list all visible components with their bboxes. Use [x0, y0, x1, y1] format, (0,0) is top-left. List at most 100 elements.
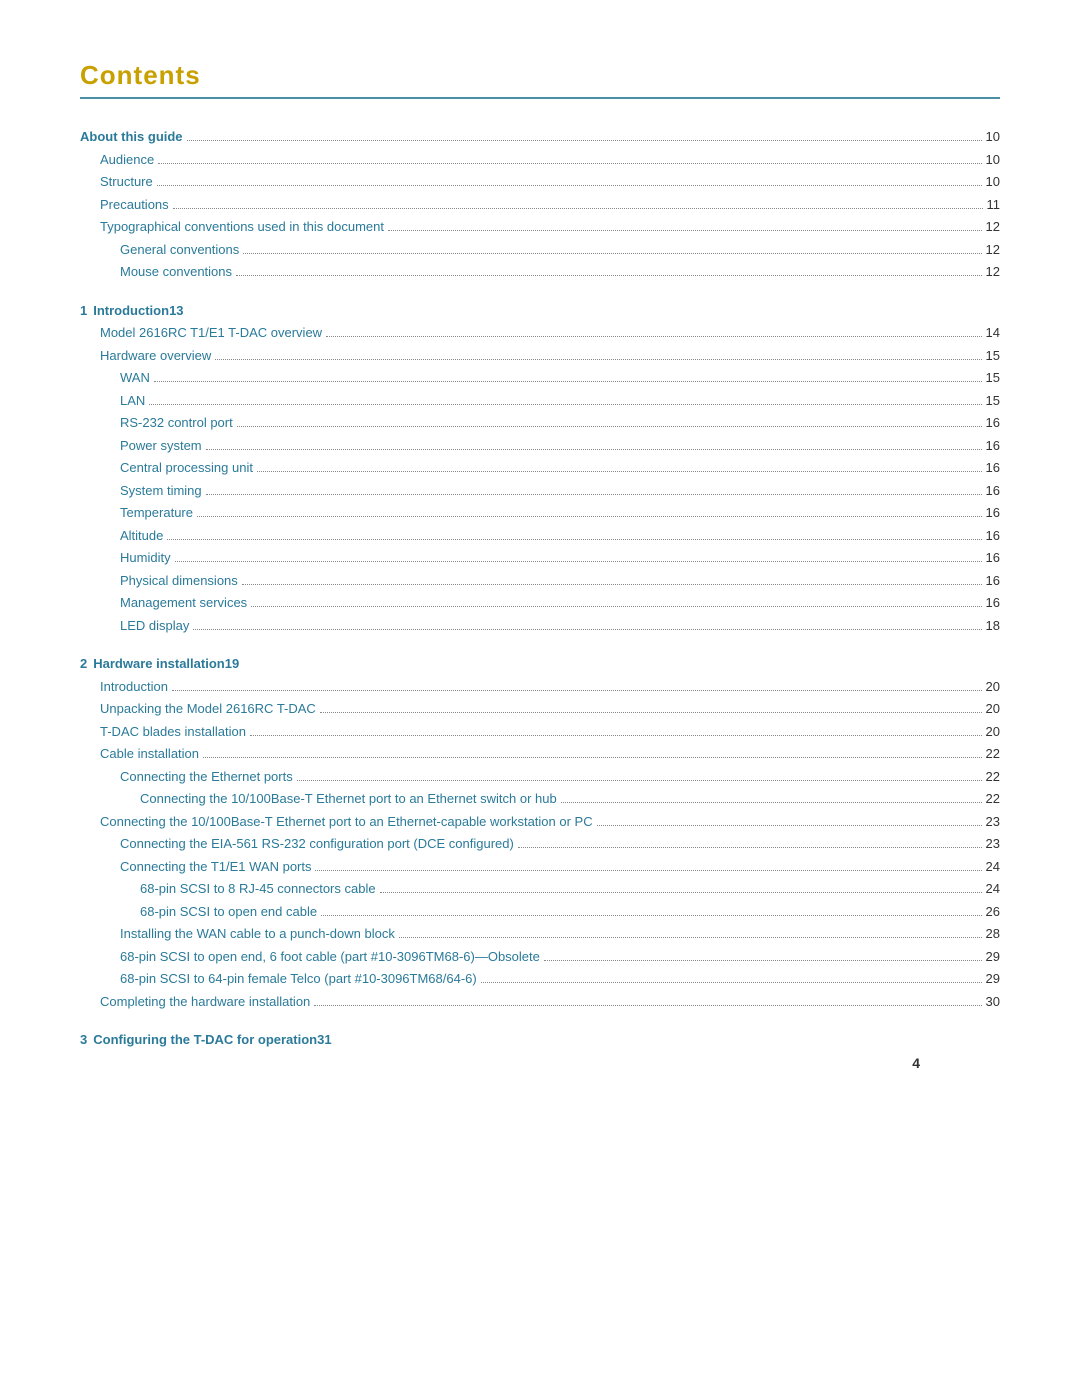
toc-row[interactable]: Connecting the 10/100Base-T Ethernet por… — [80, 812, 1000, 832]
toc-item-label[interactable]: 68-pin SCSI to open end cable — [140, 902, 317, 922]
toc-item-label[interactable]: Humidity — [120, 548, 171, 568]
toc-row[interactable]: WAN15 — [80, 368, 1000, 388]
toc-row[interactable]: Central processing unit16 — [80, 458, 1000, 478]
toc-row[interactable]: Connecting the EIA-561 RS-232 configurat… — [80, 834, 1000, 854]
toc-item-label[interactable]: System timing — [120, 481, 202, 501]
chapter-row[interactable]: 3Configuring the T-DAC for operation31 — [80, 1030, 1000, 1050]
toc-row[interactable]: 68-pin SCSI to open end cable 26 — [80, 902, 1000, 922]
toc-item-label[interactable]: 68-pin SCSI to 8 RJ-45 connectors cable — [140, 879, 376, 899]
toc-row[interactable]: Structure10 — [80, 172, 1000, 192]
chapter-row[interactable]: 2Hardware installation19 — [80, 654, 1000, 674]
toc-row[interactable]: T-DAC blades installation20 — [80, 722, 1000, 742]
toc-row[interactable]: Installing the WAN cable to a punch-down… — [80, 924, 1000, 944]
toc-page-number: 22 — [986, 744, 1000, 764]
toc-item-label[interactable]: T-DAC blades installation — [100, 722, 246, 742]
toc-item-label[interactable]: Connecting the 10/100Base-T Ethernet por… — [100, 812, 593, 832]
toc-item-label[interactable]: RS-232 control port — [120, 413, 233, 433]
toc-item-label[interactable]: Management services — [120, 593, 247, 613]
toc-item-label[interactable]: 68-pin SCSI to open end, 6 foot cable (p… — [120, 947, 540, 967]
toc-row[interactable]: General conventions 12 — [80, 240, 1000, 260]
toc-page-number: 10 — [986, 150, 1000, 170]
toc-dots — [251, 606, 981, 607]
toc-row[interactable]: Management services16 — [80, 593, 1000, 613]
toc-page-number: 16 — [986, 481, 1000, 501]
toc-page-number: 24 — [986, 879, 1000, 899]
toc-page-number: 12 — [986, 217, 1000, 237]
toc-dots — [175, 561, 982, 562]
toc-row[interactable]: Humidity16 — [80, 548, 1000, 568]
toc-item-label[interactable]: LED display — [120, 616, 189, 636]
toc-row[interactable]: Power system16 — [80, 436, 1000, 456]
toc-item-label[interactable]: About this guide — [80, 127, 183, 147]
toc-row[interactable]: Hardware overview15 — [80, 346, 1000, 366]
toc-item-label[interactable]: Unpacking the Model 2616RC T-DAC — [100, 699, 316, 719]
toc-row[interactable]: About this guide10 — [80, 127, 1000, 147]
toc-row[interactable]: Model 2616RC T1/E1 T-DAC overview14 — [80, 323, 1000, 343]
toc-row[interactable]: Connecting the T1/E1 WAN ports 24 — [80, 857, 1000, 877]
toc-row[interactable]: 68-pin SCSI to open end, 6 foot cable (p… — [80, 947, 1000, 967]
toc-item-label[interactable]: WAN — [120, 368, 150, 388]
chapter-title[interactable]: Introduction — [93, 301, 169, 321]
chapter-title[interactable]: Hardware installation — [93, 654, 224, 674]
toc-item-label[interactable]: 68-pin SCSI to 64-pin female Telco (part… — [120, 969, 477, 989]
toc-row[interactable]: Precautions11 — [80, 195, 1000, 215]
chapter-title[interactable]: Configuring the T-DAC for operation — [93, 1030, 317, 1050]
toc-dots — [157, 185, 982, 186]
toc-item-label[interactable]: Connecting the Ethernet ports — [120, 767, 293, 787]
toc-item-label[interactable]: Completing the hardware installation — [100, 992, 310, 1012]
toc-item-label[interactable]: Model 2616RC T1/E1 T-DAC overview — [100, 323, 322, 343]
toc-item-label[interactable]: Physical dimensions — [120, 571, 238, 591]
toc-row[interactable]: Completing the hardware installation30 — [80, 992, 1000, 1012]
toc-row[interactable]: RS-232 control port16 — [80, 413, 1000, 433]
toc-page-number: 16 — [986, 571, 1000, 591]
toc-dots — [388, 230, 982, 231]
toc-row[interactable]: Typographical conventions used in this d… — [80, 217, 1000, 237]
toc-row[interactable]: LAN15 — [80, 391, 1000, 411]
toc-item-label[interactable]: General conventions — [120, 240, 239, 260]
toc-row[interactable]: LED display18 — [80, 616, 1000, 636]
toc-item-label[interactable]: Altitude — [120, 526, 163, 546]
toc-page-number: 26 — [986, 902, 1000, 922]
toc-row[interactable]: 68-pin SCSI to 8 RJ-45 connectors cable 2… — [80, 879, 1000, 899]
toc-item-label[interactable]: LAN — [120, 391, 145, 411]
toc-item-label[interactable]: Connecting the 10/100Base-T Ethernet por… — [140, 789, 557, 809]
toc-item-label[interactable]: Structure — [100, 172, 153, 192]
toc-item-label[interactable]: Precautions — [100, 195, 169, 215]
toc-item-label[interactable]: Central processing unit — [120, 458, 253, 478]
toc-item-label[interactable]: Power system — [120, 436, 202, 456]
toc-dots — [172, 690, 982, 691]
toc-row[interactable]: System timing 16 — [80, 481, 1000, 501]
toc-item-label[interactable]: Installing the WAN cable to a punch-down… — [120, 924, 395, 944]
toc-item-label[interactable]: Connecting the T1/E1 WAN ports — [120, 857, 311, 877]
toc-row[interactable]: 68-pin SCSI to 64-pin female Telco (part… — [80, 969, 1000, 989]
toc-item-label[interactable]: Mouse conventions — [120, 262, 232, 282]
toc-dots — [380, 892, 982, 893]
toc-row[interactable]: Cable installation 22 — [80, 744, 1000, 764]
toc-page-number: 16 — [986, 503, 1000, 523]
chapter-number: 2 — [80, 654, 87, 674]
toc-item-label[interactable]: Introduction — [100, 677, 168, 697]
toc-row[interactable]: Audience 10 — [80, 150, 1000, 170]
toc-page-number: 12 — [986, 240, 1000, 260]
toc-item-label[interactable]: Audience — [100, 150, 154, 170]
toc-page-number: 24 — [986, 857, 1000, 877]
toc-row[interactable]: Physical dimensions 16 — [80, 571, 1000, 591]
toc-item-label[interactable]: Cable installation — [100, 744, 199, 764]
toc-page-number: 23 — [986, 812, 1000, 832]
toc-item-label[interactable]: Typographical conventions used in this d… — [100, 217, 384, 237]
chapter-row[interactable]: 1Introduction13 — [80, 301, 1000, 321]
page-number: 4 — [912, 1055, 920, 1071]
toc-row[interactable]: Introduction20 — [80, 677, 1000, 697]
toc-item-label[interactable]: Temperature — [120, 503, 193, 523]
toc-page-number: 12 — [986, 262, 1000, 282]
toc-row[interactable]: Mouse conventions 12 — [80, 262, 1000, 282]
toc-row[interactable]: Altitude16 — [80, 526, 1000, 546]
chapter-page-number: 13 — [169, 301, 183, 321]
toc-row[interactable]: Connecting the 10/100Base-T Ethernet por… — [80, 789, 1000, 809]
toc-item-label[interactable]: Hardware overview — [100, 346, 211, 366]
toc-dots — [257, 471, 982, 472]
toc-item-label[interactable]: Connecting the EIA-561 RS-232 configurat… — [120, 834, 514, 854]
toc-row[interactable]: Temperature 16 — [80, 503, 1000, 523]
toc-row[interactable]: Connecting the Ethernet ports22 — [80, 767, 1000, 787]
toc-row[interactable]: Unpacking the Model 2616RC T-DAC20 — [80, 699, 1000, 719]
